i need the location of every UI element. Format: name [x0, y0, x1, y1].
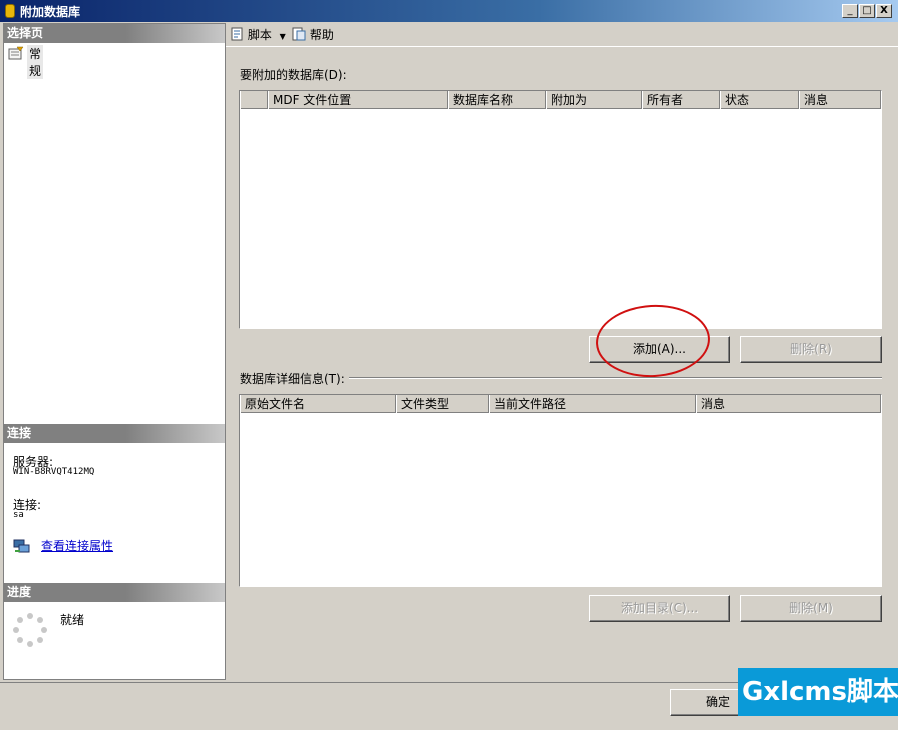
script-label: 脚本 [247, 28, 272, 42]
column-header-mdf-location[interactable]: MDF 文件位置 [268, 91, 448, 109]
progress-spinner-icon [13, 613, 47, 647]
left-pane: 选择页 常规 连接 服务器: WIN-B8RVQT412MQ 连接: sa 查看… [3, 23, 226, 680]
connection-header: 连接 [4, 424, 225, 443]
column-header-database-name[interactable]: 数据库名称 [448, 91, 546, 109]
help-label: 帮助 [309, 28, 334, 42]
maximize-button[interactable]: □ [859, 4, 875, 18]
column-header-message[interactable]: 消息 [799, 91, 881, 109]
title-bar[interactable]: 附加数据库 _ □ X [0, 0, 898, 22]
watermark-logo: Gxlcms脚本 [738, 668, 898, 716]
add-catalog-button[interactable]: 添加目录(C)... [589, 595, 730, 622]
server-value: WIN-B8RVQT412MQ [13, 467, 95, 477]
attach-databases-grid[interactable]: MDF 文件位置 数据库名称 附加为 所有者 状态 消息 [239, 90, 882, 329]
attach-databases-label: 要附加的数据库(D): [240, 68, 347, 82]
close-button[interactable]: X [876, 4, 892, 18]
script-button[interactable]: 脚本 ▼ [230, 26, 286, 44]
column-header-owner[interactable]: 所有者 [642, 91, 720, 109]
column-header-attach-as[interactable]: 附加为 [546, 91, 642, 109]
remove-database-button[interactable]: 删除(R) [740, 336, 882, 363]
database-details-grid[interactable]: 原始文件名 文件类型 当前文件路径 消息 [239, 394, 882, 587]
column-header-status[interactable]: 状态 [720, 91, 799, 109]
add-button[interactable]: 添加(A)... [589, 336, 730, 363]
connection-properties-icon [13, 539, 30, 553]
page-item-label: 常规 [27, 45, 44, 79]
minimize-button[interactable]: _ [842, 4, 858, 18]
column-header-original-file-name[interactable]: 原始文件名 [240, 395, 396, 413]
progress-header: 进度 [4, 583, 225, 602]
database-icon [5, 4, 15, 18]
column-header-file-type[interactable]: 文件类型 [396, 395, 489, 413]
grid-header: 原始文件名 文件类型 当前文件路径 消息 [240, 395, 881, 413]
grid-header: MDF 文件位置 数据库名称 附加为 所有者 状态 消息 [240, 91, 881, 109]
script-icon [231, 27, 243, 41]
column-header-current-file-path[interactable]: 当前文件路径 [489, 395, 696, 413]
column-header-message[interactable]: 消息 [696, 395, 881, 413]
chevron-down-icon[interactable]: ▼ [280, 32, 286, 41]
connection-value: sa [13, 510, 24, 520]
toolbar: 脚本 ▼ 帮助 [226, 22, 898, 48]
help-icon [292, 27, 306, 41]
help-button[interactable]: 帮助 [292, 26, 334, 44]
remove-file-button[interactable]: 删除(M) [740, 595, 882, 622]
select-page-header: 选择页 [4, 24, 225, 43]
toolbar-divider [226, 46, 898, 47]
properties-icon [8, 46, 24, 60]
window-title: 附加数据库 [20, 5, 81, 19]
column-header-select[interactable] [240, 91, 268, 109]
view-connection-properties-link[interactable]: 查看连接属性 [41, 537, 113, 554]
database-details-label: 数据库详细信息(T): [240, 370, 349, 387]
progress-status: 就绪 [60, 613, 85, 627]
